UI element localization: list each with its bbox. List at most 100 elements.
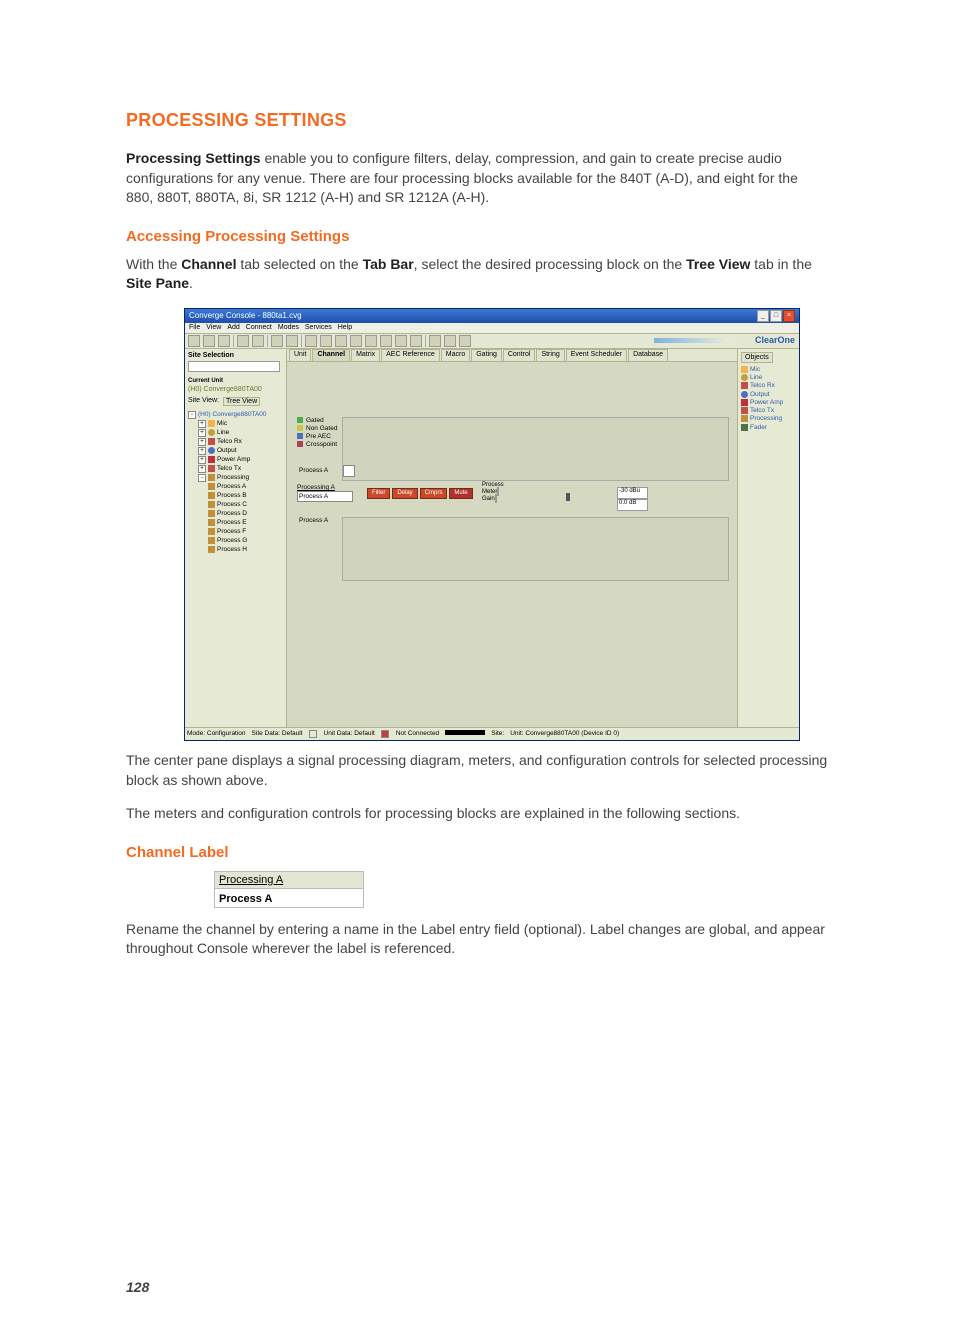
tree-item-line[interactable]: Line xyxy=(217,429,229,436)
toolbar-button[interactable] xyxy=(459,335,471,347)
tree-item-mic[interactable]: Mic xyxy=(217,420,227,427)
tree-process-c[interactable]: Process C xyxy=(217,501,247,508)
expand-icon[interactable]: + xyxy=(198,456,206,464)
toolbar-button[interactable] xyxy=(410,335,422,347)
legend-preaec: Pre AEC xyxy=(306,433,331,440)
tab-control[interactable]: Control xyxy=(503,349,536,361)
tree-view-tab[interactable]: Tree View xyxy=(223,397,260,406)
toolbar-button[interactable] xyxy=(395,335,407,347)
tree-process-a[interactable]: Process A xyxy=(217,483,246,490)
expand-icon[interactable]: + xyxy=(198,420,206,428)
line-icon xyxy=(208,429,215,436)
filter-button[interactable]: Filter xyxy=(367,488,390,499)
object-line[interactable]: Line xyxy=(750,374,762,381)
toolbar-button[interactable] xyxy=(429,335,441,347)
logo: ClearOne xyxy=(755,335,795,345)
gain-value-input[interactable]: 0.0 dB xyxy=(617,499,648,511)
tab-channel[interactable]: Channel xyxy=(312,349,350,361)
status-site: Site: xyxy=(491,730,504,737)
toolbar: ClearOne xyxy=(185,334,799,349)
tree-process-g[interactable]: Process G xyxy=(217,537,247,544)
tree-item-processing[interactable]: Processing xyxy=(217,474,249,481)
tab-event[interactable]: Event Scheduler xyxy=(566,349,627,361)
object-fader[interactable]: Fader xyxy=(750,424,767,431)
tree-item-telcotx[interactable]: Telco Tx xyxy=(217,465,241,472)
console-window: Converge Console - 880ta1.cvg _□× File V… xyxy=(184,308,800,741)
toolbar-button[interactable] xyxy=(252,335,264,347)
menu-add[interactable]: Add xyxy=(227,324,239,331)
tree-process-b[interactable]: Process B xyxy=(217,492,247,499)
object-mic[interactable]: Mic xyxy=(750,366,760,373)
toolbar-button[interactable] xyxy=(350,335,362,347)
tree-process-h[interactable]: Process H xyxy=(217,546,247,553)
tree-item-telcorx[interactable]: Telco Rx xyxy=(217,438,242,445)
toolbar-button[interactable] xyxy=(271,335,283,347)
expand-icon[interactable]: - xyxy=(198,474,206,482)
site-selection-dropdown[interactable] xyxy=(188,361,280,372)
status-meters xyxy=(445,730,485,737)
tab-unit[interactable]: Unit xyxy=(289,349,311,361)
tab-gating[interactable]: Gating xyxy=(471,349,502,361)
toolbar-button[interactable] xyxy=(380,335,392,347)
tree-process-e[interactable]: Process E xyxy=(217,519,247,526)
object-telcotx[interactable]: Telco Tx xyxy=(750,407,774,414)
expand-icon[interactable]: + xyxy=(198,465,206,473)
power-amp-icon xyxy=(741,399,748,406)
menu-view[interactable]: View xyxy=(206,324,221,331)
toolbar-button[interactable] xyxy=(188,335,200,347)
maximize-button[interactable]: □ xyxy=(770,310,782,322)
tree-item-output[interactable]: Output xyxy=(217,447,237,454)
output-row-label: Process A xyxy=(299,517,328,524)
legend-gated-icon xyxy=(297,417,303,423)
toolbar-button[interactable] xyxy=(305,335,317,347)
delay-button[interactable]: Delay xyxy=(392,488,417,499)
object-processing[interactable]: Processing xyxy=(750,416,782,423)
tree-process-d[interactable]: Process D xyxy=(217,510,247,517)
processing-icon xyxy=(208,492,215,499)
output-routing-matrix[interactable] xyxy=(342,517,729,581)
object-telcorx[interactable]: Telco Rx xyxy=(750,383,775,390)
channel-label-input[interactable] xyxy=(297,491,353,502)
toolbar-button[interactable] xyxy=(335,335,347,347)
expand-icon[interactable]: + xyxy=(198,429,206,437)
tree-process-f[interactable]: Process F xyxy=(217,528,246,535)
tab-aec[interactable]: AEC Reference xyxy=(381,349,440,361)
objects-tab[interactable]: Objects xyxy=(741,352,773,363)
current-unit-link[interactable]: (H0) Converge880TA00 xyxy=(188,386,283,393)
toolbar-button[interactable] xyxy=(320,335,332,347)
toolbar-button[interactable] xyxy=(365,335,377,347)
menu-help[interactable]: Help xyxy=(338,324,352,331)
expand-icon[interactable]: + xyxy=(198,438,206,446)
toolbar-button[interactable] xyxy=(286,335,298,347)
compressor-button[interactable]: Cmprs xyxy=(420,488,448,499)
tab-database[interactable]: Database xyxy=(628,349,668,361)
toolbar-button[interactable] xyxy=(237,335,249,347)
expand-icon[interactable]: + xyxy=(198,447,206,455)
menu-modes[interactable]: Modes xyxy=(278,324,299,331)
close-button[interactable]: × xyxy=(783,310,795,322)
toolbar-button[interactable] xyxy=(218,335,230,347)
expand-icon[interactable]: - xyxy=(188,411,196,419)
toolbar-button[interactable] xyxy=(203,335,215,347)
inset-input[interactable] xyxy=(215,891,363,907)
mute-button[interactable]: Mute xyxy=(449,488,472,499)
input-routing-matrix[interactable] xyxy=(342,417,729,481)
slider-knob[interactable] xyxy=(566,493,570,501)
gain-slider[interactable] xyxy=(495,494,497,503)
toolbar-button[interactable] xyxy=(444,335,456,347)
menu-services[interactable]: Services xyxy=(305,324,332,331)
processing-icon xyxy=(741,415,748,422)
channel-label-heading: Channel Label xyxy=(126,844,828,861)
menu-connect[interactable]: Connect xyxy=(246,324,272,331)
legend-crosspoint: Crosspoint xyxy=(306,441,337,448)
object-output[interactable]: Output xyxy=(750,391,770,398)
tab-matrix[interactable]: Matrix xyxy=(351,349,380,361)
object-poweramp[interactable]: Power Amp xyxy=(750,399,783,406)
tree-root[interactable]: (H0) Converge880TA00 xyxy=(198,411,267,418)
tab-string[interactable]: String xyxy=(536,349,564,361)
processing-icon xyxy=(208,528,215,535)
tree-item-poweramp[interactable]: Power Amp xyxy=(217,456,250,463)
tab-macro[interactable]: Macro xyxy=(441,349,470,361)
menu-file[interactable]: File xyxy=(189,324,200,331)
minimize-button[interactable]: _ xyxy=(757,310,769,322)
